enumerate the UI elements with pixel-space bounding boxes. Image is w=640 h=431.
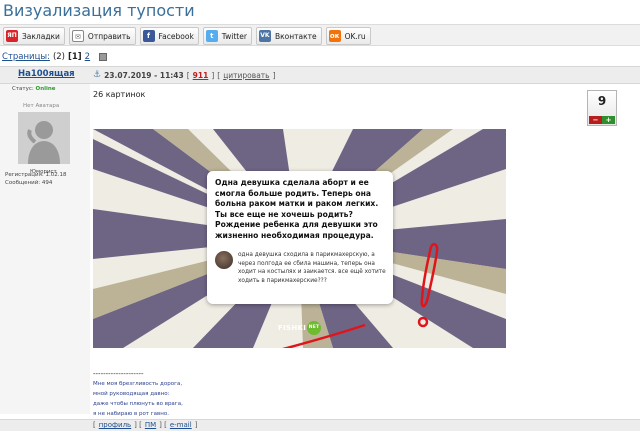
anchor-icon[interactable]: ⚓ — [93, 70, 101, 80]
status-label: Статус: — [12, 86, 34, 92]
signature-line-2: мной руководящая давно: — [93, 391, 170, 397]
signature-line-1: Мне моя брезгливость дорога, — [93, 381, 183, 387]
footer-sep-2: ] [ — [159, 421, 167, 429]
rating-plus-button[interactable]: + — [602, 116, 615, 124]
quote-close: ] — [272, 70, 276, 80]
page-header: Визуализация тупости — [0, 0, 640, 22]
signature-line-4: я не набираю в рот гавно. — [93, 411, 169, 417]
send-email-label: Отправить — [87, 31, 131, 41]
share-toolbar: ЯП Закладки ✉ Отправить f Facebook t Twi… — [0, 24, 640, 46]
post-body-text: 26 картинок — [93, 90, 146, 99]
page-2-link[interactable]: 2 — [85, 52, 90, 62]
footer-bracket-open: [ — [93, 421, 96, 429]
quote-link[interactable]: цитировать — [223, 71, 269, 80]
page-title: Визуализация тупости — [3, 1, 195, 20]
all-pages-icon[interactable] — [99, 53, 108, 61]
user-stats: Регистрация: 1.02.18 Сообщений: 494 — [5, 171, 66, 187]
person-silhouette-icon — [18, 112, 70, 164]
pagination: Страницы: (2) [1] 2 — [2, 50, 108, 64]
user-signature: -------------------- Мне моя брезгливост… — [93, 369, 183, 419]
no-avatar-label: Нет Аватара — [23, 103, 60, 109]
facebook-icon: f — [142, 30, 155, 42]
facebook-share-button[interactable]: f Facebook — [139, 27, 199, 45]
user-registration: Регистрация: 1.02.18 — [5, 172, 67, 178]
pages-label-link[interactable]: Страницы: — [2, 52, 50, 62]
ok-icon: ок — [328, 30, 341, 42]
rating-minus-button[interactable]: − — [589, 116, 602, 124]
twitter-icon: t — [205, 30, 218, 42]
vk-icon: VK — [258, 30, 271, 42]
footer-links: [ профиль ] [ ПМ ] [ e-mail ] — [93, 421, 197, 429]
pm-link[interactable]: ПМ — [145, 421, 156, 429]
avatar — [18, 112, 70, 164]
post-number-link[interactable]: 911 — [193, 71, 209, 80]
user-messages: Сообщений: 494 — [5, 180, 53, 186]
ok-share-label: OK.ru — [344, 31, 366, 41]
post-number-close: ] — [211, 70, 215, 80]
footer-bracket-close: ] — [194, 421, 198, 429]
status-online: Online — [35, 86, 56, 92]
pages-count: (2) — [52, 52, 65, 62]
send-email-button[interactable]: ✉ Отправить — [68, 27, 136, 45]
post-number-open: [ — [186, 70, 190, 80]
email-link[interactable]: e-mail — [170, 421, 192, 429]
ok-share-button[interactable]: ок OK.ru — [325, 27, 371, 45]
signature-divider: -------------------- — [93, 370, 144, 378]
red-exclamation-scribble — [282, 243, 439, 348]
signature-line-3: даже чтобы плюнуть во врага, — [93, 401, 183, 407]
post-author-link[interactable]: На100ящая — [18, 69, 75, 79]
envelope-icon: ✉ — [71, 30, 84, 42]
post-image[interactable]: Одна девушка сделала аборт и ее смогла б… — [93, 129, 506, 348]
post-header: На100ящая ⚓ 23.07.2019 - 11:43 [ 911 ] [… — [0, 66, 640, 84]
post-date: 23.07.2019 - 11:43 — [104, 70, 184, 80]
vk-share-label: Вконтакте — [274, 31, 317, 41]
twitter-share-label: Twitter — [221, 31, 247, 41]
yandex-bookmarks-label: Закладки — [22, 31, 60, 41]
yandex-bookmarks-button[interactable]: ЯП Закладки — [3, 27, 65, 45]
post-footer: [ профиль ] [ ПМ ] [ e-mail ] — [0, 419, 640, 431]
footer-sep-1: ] [ — [134, 421, 142, 429]
post-meta: ⚓ 23.07.2019 - 11:43 [ 911 ] [ цитироват… — [93, 70, 276, 80]
facebook-share-label: Facebook — [158, 31, 194, 41]
rating-value: 9 — [597, 94, 607, 108]
user-status: Статус: Online — [12, 86, 56, 92]
yandex-icon: ЯП — [6, 30, 18, 42]
current-page: [1] — [67, 52, 82, 62]
profile-link[interactable]: профиль — [99, 421, 131, 429]
twitter-share-button[interactable]: t Twitter — [202, 27, 252, 45]
vk-share-button[interactable]: VK Вконтакте — [255, 27, 322, 45]
quote-open: [ — [217, 70, 221, 80]
post-rating: 9 − + — [587, 90, 617, 126]
user-info-panel: Статус: Online Нет Аватара Юморист Регис… — [0, 84, 90, 414]
